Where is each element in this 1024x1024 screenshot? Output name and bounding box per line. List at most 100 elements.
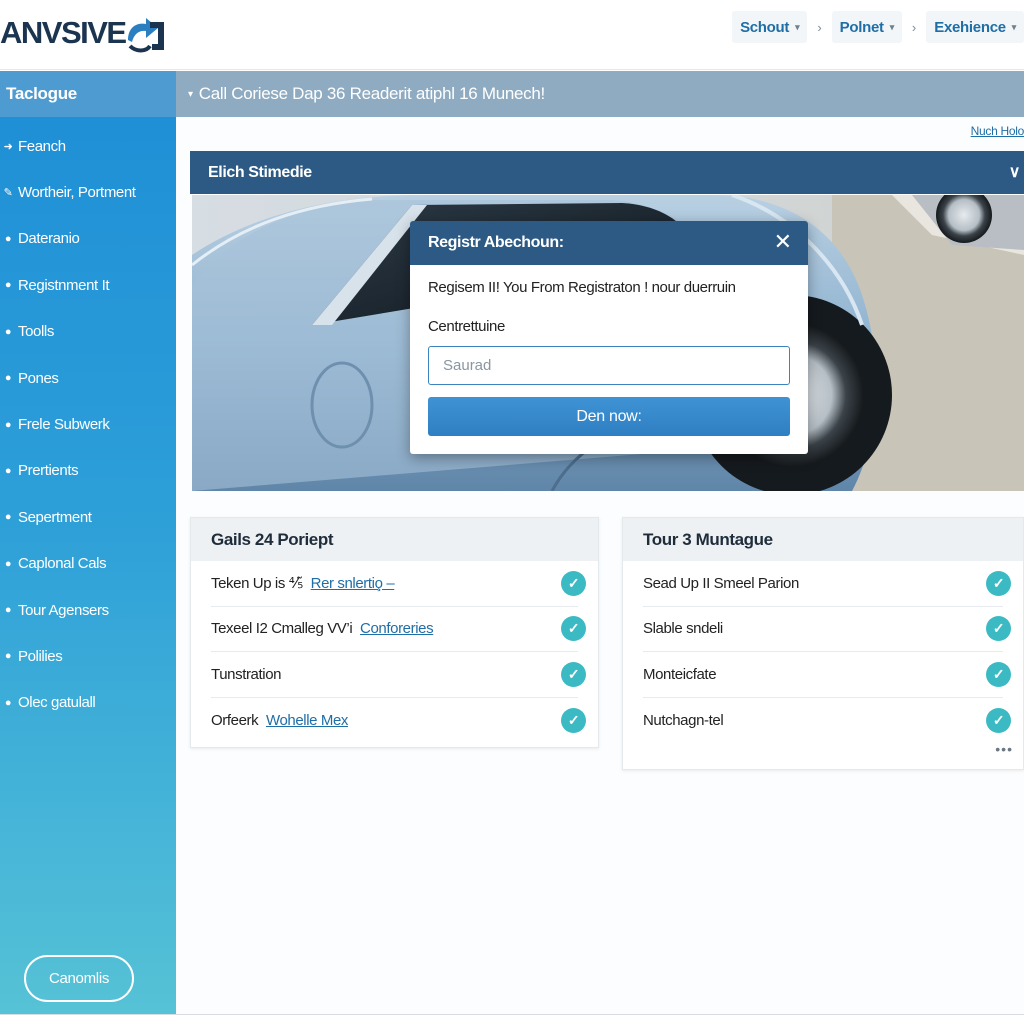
caret-down-icon: ▾ <box>889 21 895 32</box>
card-title: Tour 3 Muntague <box>623 518 1023 561</box>
bullet-icon: ● <box>4 650 12 663</box>
nav-item-exehience[interactable]: Exehience ▾ <box>926 11 1024 43</box>
list-item-label: Texeel I2 Cmalleg VV’i <box>211 620 357 638</box>
sidebar-item-pones[interactable]: ● Pones <box>0 355 176 401</box>
sidebar-item-label: Tour Agensers <box>18 601 109 619</box>
sidebar-title: Taclogue <box>0 71 176 117</box>
canomlis-button[interactable]: Canomlis <box>24 955 134 1002</box>
submit-button[interactable]: Den now: <box>428 397 790 436</box>
logo-text: ANVSIVE <box>0 15 127 50</box>
caret-down-icon: ▾ <box>795 21 800 32</box>
sidebar-item-label: Frele Subwerk <box>18 416 110 434</box>
sidebar-item-caplonal-cals[interactable]: ● Caplonal Cals <box>0 541 176 587</box>
list-item: Tunstration ✓ <box>211 652 586 698</box>
sidebar-item-label: Wortheir, Portment <box>18 184 136 202</box>
banner-text: Call Coriese Dap 36 Readerit atiphl 16 M… <box>198 84 546 103</box>
sidebar-item-olec-gatulall[interactable]: ● Olec gatulall <box>0 680 176 726</box>
list-item-link[interactable]: Wohelle Mex <box>266 712 348 729</box>
list-item-link[interactable]: Conforeries <box>360 620 434 637</box>
sidebar-menu: ➜ Feanch ✎ Wortheir, Portment ● Dateranio ●… <box>0 117 176 726</box>
card-list: Teken Up is ⅘̃ Rer snlertio̧ – ✓ Texeel … <box>191 561 598 743</box>
check-icon: ✓ <box>986 616 1011 642</box>
bullet-icon: ● <box>4 511 12 524</box>
list-item-label: Orfeerk <box>211 711 262 729</box>
modal-header: Registr Abechoun: <box>410 221 808 265</box>
sidebar-item-label: Prertients <box>18 462 79 480</box>
registration-modal: Registr Abechoun: ✕ Regisem II! You From… <box>410 221 808 454</box>
list-item: Nutchagn-tel ✓ <box>643 698 1011 744</box>
sidebar-item-label: Registnment It <box>18 276 110 294</box>
more-options-icon[interactable]: ••• <box>995 741 1013 757</box>
pencil-icon: ✎ <box>3 187 13 200</box>
sidebar-item-wortheir-portment[interactable]: ✎ Wortheir, Portment <box>0 169 176 215</box>
list-item: Sead Up II Smeel Parion ✓ <box>643 561 1011 607</box>
sidebar-item-label: Toolls <box>18 323 54 341</box>
card-title: Gails 24 Poriept <box>191 518 598 561</box>
check-icon: ✓ <box>561 707 586 733</box>
sidebar-item-label: Polilies <box>18 647 63 665</box>
list-item: Texeel I2 Cmalleg VV’i Conforeries ✓ <box>211 607 586 652</box>
breadcrumb-separator-icon: › <box>911 19 917 35</box>
sidebar-item-label: Caplonal Cals <box>18 555 107 573</box>
check-icon: ✓ <box>986 707 1011 733</box>
breadcrumb-separator-icon: › <box>817 19 822 35</box>
sidebar-item-label: Feanch <box>18 137 66 155</box>
sidebar-item-sepertment[interactable]: ● Sepertment <box>0 494 176 540</box>
sidebar-item-frele-subwerk[interactable]: ● Frele Subwerk <box>0 401 176 447</box>
check-icon: ✓ <box>561 661 586 687</box>
close-icon[interactable]: ✕ <box>774 231 792 253</box>
more-link[interactable]: Nuch Holo <box>971 124 1024 138</box>
top-header: ANVSIVE Schout ▾ › Polnet ▾ › Exehience … <box>0 0 1024 70</box>
info-card-tour: Tour 3 Muntague Sead Up II Smeel Parion … <box>622 517 1024 770</box>
list-item-link[interactable]: Rer snlertio̧ – <box>311 575 395 592</box>
bullet-icon: ● <box>4 279 12 292</box>
announcement-banner[interactable]: ▾ Call Coriese Dap 36 Readerit atiphl 16… <box>176 71 1024 117</box>
list-item: Monteicfate ✓ <box>643 652 1011 698</box>
sidebar-item-registnment[interactable]: ● Registnment It <box>0 262 176 308</box>
list-item-text: Orfeerk Wohelle Mex <box>211 712 348 729</box>
sidebar-item-feanch[interactable]: ➜ Feanch <box>0 123 176 169</box>
list-item-label: Slable sndeli <box>643 620 723 638</box>
sidebar-item-label: Dateranio <box>18 230 80 248</box>
page-bottom-edge <box>0 1014 1024 1024</box>
nav-item-polnet[interactable]: Polnet ▾ <box>831 11 902 43</box>
sidebar-item-dateranio[interactable]: ● Dateranio <box>0 216 176 262</box>
bullet-icon: ● <box>4 557 12 570</box>
sidebar-item-tour-agensers[interactable]: ● Tour Agensers <box>0 587 176 633</box>
list-item-text: Texeel I2 Cmalleg VV’i Conforeries <box>211 620 434 638</box>
list-item-label: Nutchagn-tel <box>643 711 724 729</box>
list-item-label: Tunstration <box>211 665 282 683</box>
nav-label: Schout <box>740 18 790 36</box>
list-item: Teken Up is ⅘̃ Rer snlertio̧ – ✓ <box>211 561 586 607</box>
bullet-icon: ● <box>4 418 12 431</box>
caret-down-icon: ▾ <box>1011 21 1017 32</box>
modal-title: Registr Abechoun: <box>428 234 564 251</box>
brand-logo[interactable]: ANVSIVE <box>0 8 168 58</box>
sidebar-item-label: Pones <box>18 369 59 387</box>
bullet-icon: ● <box>4 464 12 477</box>
nav-label: Exehience <box>934 18 1006 36</box>
nav-item-schout[interactable]: Schout ▾ <box>732 11 808 43</box>
modal-description: Regisem II! You From Registraton ! nour … <box>428 279 736 296</box>
bullet-icon: ● <box>4 325 12 338</box>
sidebar-item-prertients[interactable]: ● Prertients <box>0 448 176 494</box>
arrow-right-icon: ➜ <box>3 140 13 153</box>
card-list: Sead Up II Smeel Parion ✓ Slable sndeli … <box>623 561 1023 743</box>
section-header[interactable]: Elich Stimedie ∨ <box>190 151 1024 194</box>
check-icon: ✓ <box>561 570 586 596</box>
list-item-label: Monteicfate <box>643 665 717 683</box>
sidebar-item-toolls[interactable]: ● Toolls <box>0 309 176 355</box>
caret-down-icon: ▾ <box>188 88 193 100</box>
nav-label: Polnet <box>839 18 884 36</box>
bullet-icon: ● <box>4 372 12 385</box>
list-item-text: Teken Up is ⅘̃ Rer snlertio̧ – <box>211 574 395 592</box>
check-icon: ✓ <box>986 570 1011 596</box>
bullet-icon: ● <box>4 604 12 617</box>
sidebar-item-label: Olec gatulall <box>18 694 96 712</box>
list-item-label: Sead Up II Smeel Parion <box>643 574 799 592</box>
bullet-icon: ● <box>4 232 12 245</box>
modal-text-field[interactable] <box>428 346 790 385</box>
check-icon: ✓ <box>561 616 586 642</box>
sidebar-item-polilies[interactable]: ● Polilies <box>0 633 176 679</box>
list-item: Orfeerk Wohelle Mex ✓ <box>211 698 586 744</box>
